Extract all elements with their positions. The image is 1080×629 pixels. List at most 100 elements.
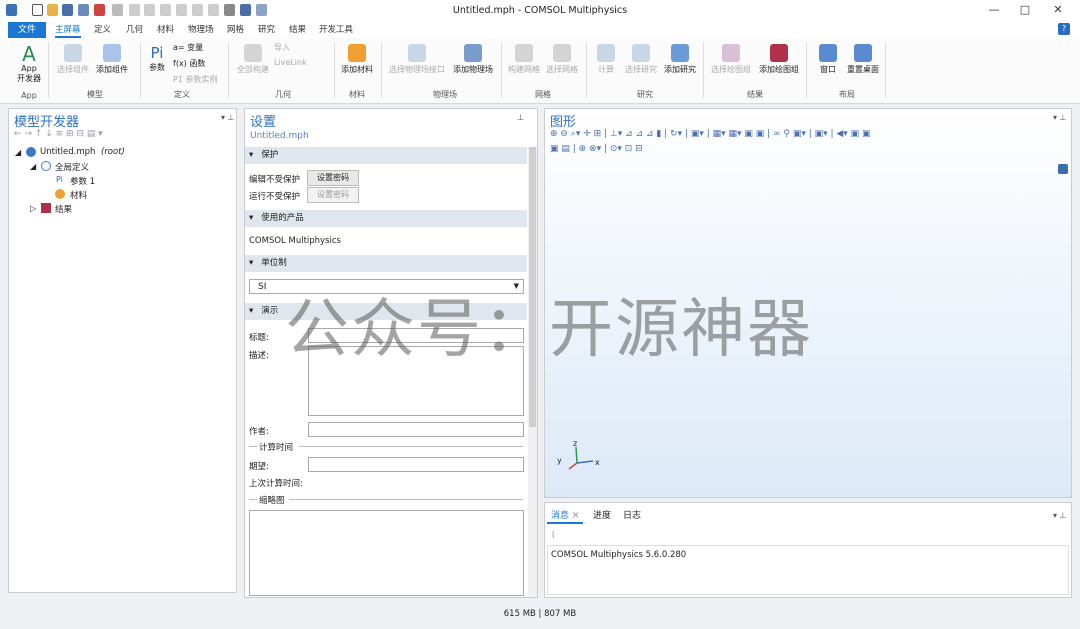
parameters-button[interactable]: Pi 参数 bbox=[145, 44, 169, 73]
compute-label: 计算 bbox=[598, 65, 614, 74]
tab-definitions[interactable]: 定义 bbox=[94, 22, 111, 38]
run-protection-label: 运行不受保护 bbox=[249, 192, 301, 202]
tree-results[interactable]: 结果 bbox=[55, 203, 72, 215]
build-mesh-button[interactable]: 构建网格 bbox=[506, 44, 542, 75]
compute-button[interactable]: 计算 bbox=[594, 44, 618, 75]
tree-expand-icon[interactable]: ◢ bbox=[30, 162, 36, 171]
add-material-button[interactable]: 添加材料 bbox=[338, 44, 376, 75]
expand-icon[interactable] bbox=[1058, 164, 1068, 174]
tree-expand-icon[interactable]: ◢ bbox=[15, 148, 21, 157]
tab-mesh[interactable]: 网格 bbox=[227, 22, 244, 38]
expected-input[interactable] bbox=[308, 457, 524, 472]
material-icon bbox=[348, 44, 366, 62]
navigation-toolbar[interactable]: ← → ↑ ↓ ≡ ⊞ ⊟ ▤ ▾ bbox=[14, 129, 103, 139]
close-tab-icon[interactable]: ✕ bbox=[572, 511, 580, 521]
tree-collapse-icon[interactable]: ▷ bbox=[30, 204, 36, 213]
divider bbox=[228, 42, 229, 98]
app-builder-label: 开发器 bbox=[17, 74, 41, 83]
panel-menu-icon[interactable]: ▾ ⊥ bbox=[221, 113, 235, 122]
reset-desktop-label: 重置桌面 bbox=[847, 65, 879, 74]
description-label: 描述: bbox=[249, 351, 269, 361]
graphics-toolbar-row2[interactable]: ▣ ▤ | ⊕ ⊗▾ | ⊙▾ ⊡ ⊟ bbox=[550, 144, 750, 156]
tab-messages-label: 消息 bbox=[551, 511, 570, 521]
section-units[interactable]: ▾ 单位制 bbox=[245, 255, 527, 272]
divider bbox=[289, 499, 523, 500]
broom-icon[interactable]: ⌇ bbox=[551, 531, 555, 541]
parameter-case-button[interactable]: P1 参数实例 bbox=[173, 74, 217, 85]
variables-button[interactable]: a= 变量 bbox=[173, 42, 203, 53]
set-password-button-disabled[interactable]: 设置密码 bbox=[307, 187, 359, 203]
functions-button[interactable]: f(x) 函数 bbox=[173, 58, 205, 69]
group-geometry: 几何 bbox=[275, 90, 291, 99]
add-physics-button[interactable]: 添加物理场 bbox=[450, 44, 496, 75]
tab-materials[interactable]: 材料 bbox=[157, 22, 174, 38]
unit-system-value: SI bbox=[258, 282, 267, 292]
settings-scrollbar[interactable] bbox=[528, 147, 537, 597]
tab-physics[interactable]: 物理场 bbox=[188, 22, 214, 38]
panel-menu-icon[interactable]: ▾ ⊥ bbox=[1053, 511, 1067, 520]
thumbnail-box[interactable] bbox=[249, 510, 524, 596]
atom-icon bbox=[408, 44, 426, 62]
tab-developer[interactable]: 开发工具 bbox=[319, 22, 353, 38]
select-mesh-label: 选择网格 bbox=[546, 65, 578, 74]
tree-global-definitions[interactable]: 全局定义 bbox=[55, 161, 89, 173]
tab-log[interactable]: 日志 bbox=[623, 508, 641, 521]
windows-button[interactable]: 窗口 bbox=[814, 44, 842, 75]
maximize-icon[interactable]: □ bbox=[1017, 3, 1033, 17]
minimize-icon[interactable]: — bbox=[986, 3, 1002, 17]
close-icon[interactable]: ✕ bbox=[1050, 3, 1066, 17]
help-icon[interactable]: ? bbox=[1058, 23, 1070, 35]
tab-progress[interactable]: 进度 bbox=[593, 508, 611, 521]
set-password-button[interactable]: 设置密码 bbox=[307, 170, 359, 186]
product-name: COMSOL Multiphysics bbox=[249, 236, 341, 246]
app-builder-button[interactable]: A App 开发器 bbox=[12, 44, 46, 84]
tab-results[interactable]: 结果 bbox=[289, 22, 306, 38]
add-plot-group-button[interactable]: 添加绘图组 bbox=[756, 44, 802, 75]
tab-home[interactable]: 主屏幕 bbox=[55, 22, 81, 38]
divider bbox=[140, 42, 141, 98]
ribbon: A App 开发器 选择组件 添加组件 Pi 参数 a= 变量 f(x) 函数 … bbox=[0, 38, 1080, 104]
select-plot-group-label: 选择绘图组 bbox=[711, 65, 751, 74]
tree-parameters[interactable]: 参数 1 bbox=[70, 175, 95, 187]
panel-menu-icon[interactable]: ⊥ bbox=[517, 113, 524, 122]
results-icon bbox=[41, 203, 51, 213]
panel-title: 模型开发器 bbox=[14, 115, 80, 130]
build-icon bbox=[244, 44, 262, 62]
group-app: App bbox=[21, 91, 37, 100]
author-input[interactable] bbox=[308, 422, 524, 437]
build-all-button[interactable]: 全部构建 bbox=[234, 44, 272, 75]
app-icon: A bbox=[22, 42, 36, 66]
select-mesh-button[interactable]: 选择网格 bbox=[544, 44, 580, 75]
tree-materials[interactable]: 材料 bbox=[70, 189, 87, 201]
plot-group-icon bbox=[722, 44, 740, 62]
status-bar: 615 MB | 807 MB bbox=[0, 603, 1080, 629]
edit-protection-label: 编辑不受保护 bbox=[249, 175, 301, 185]
message-text: COMSOL Multiphysics 5.6.0.280 bbox=[551, 550, 687, 560]
file-menu[interactable]: 文件 bbox=[8, 22, 46, 38]
reset-desktop-button[interactable]: 重置桌面 bbox=[846, 44, 880, 75]
tree-root[interactable]: Untitled.mph bbox=[40, 147, 95, 157]
import-button[interactable]: 导入 bbox=[274, 42, 290, 53]
select-study-button[interactable]: 选择研究 bbox=[622, 44, 660, 75]
tab-messages[interactable]: 消息 ✕ bbox=[547, 506, 584, 524]
add-component-button[interactable]: 添加组件 bbox=[93, 44, 131, 75]
livelink-button[interactable]: LiveLink bbox=[274, 58, 307, 67]
add-study-button[interactable]: 添加研究 bbox=[661, 44, 699, 75]
graphics-toolbar[interactable]: ⊕ ⊖ ⌕▾ ✛ ⊞ | ⊥▾ ⊿ ⊿ ⊿ ▮ | ↻▾ | ▣▾ | ▦▾ ▦… bbox=[550, 129, 1070, 141]
section-units-label: 单位制 bbox=[261, 258, 287, 268]
divider bbox=[299, 446, 523, 447]
tab-geometry[interactable]: 几何 bbox=[126, 22, 143, 38]
divider bbox=[501, 42, 502, 98]
select-plot-group-button[interactable]: 选择绘图组 bbox=[708, 44, 754, 75]
select-physics-button[interactable]: 选择物理场接口 bbox=[386, 44, 448, 75]
mesh-icon bbox=[515, 44, 533, 62]
panel-menu-icon[interactable]: ▾ ⊥ bbox=[1053, 113, 1067, 122]
select-component-button[interactable]: 选择组件 bbox=[54, 44, 92, 75]
section-products[interactable]: ▾ 使用的产品 bbox=[245, 210, 527, 227]
material-icon bbox=[55, 189, 65, 199]
tab-study[interactable]: 研究 bbox=[258, 22, 275, 38]
messages-panel: 消息 ✕ 进度 日志 ▾ ⊥ ⌇ COMSOL Multiphysics 5.6… bbox=[544, 502, 1072, 598]
select-study-label: 选择研究 bbox=[625, 65, 657, 74]
group-mesh: 网格 bbox=[535, 90, 551, 99]
section-protection[interactable]: ▾ 保护 bbox=[245, 147, 527, 164]
